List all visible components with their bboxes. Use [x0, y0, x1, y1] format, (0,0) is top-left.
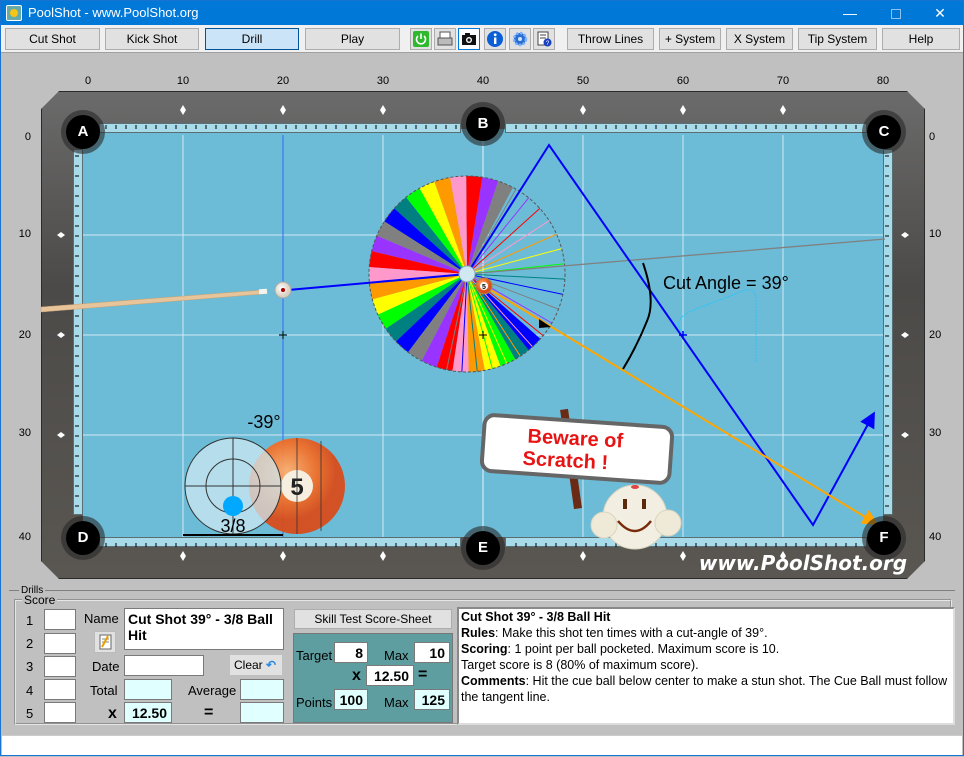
- skill-equals-symbol: =: [418, 666, 428, 683]
- cue-tip: [258, 288, 268, 295]
- total-label: Total: [90, 683, 118, 698]
- desc-comments-text: : Hit the cue ball below center to make …: [461, 674, 948, 704]
- drill-description[interactable]: Cut Shot 39° - 3/8 Ball Hit Rules: Make …: [457, 607, 955, 725]
- max-label: Max: [384, 648, 409, 663]
- pocket-b[interactable]: B: [466, 107, 500, 141]
- date-field[interactable]: [124, 655, 204, 676]
- undo-icon: ↶: [266, 658, 277, 672]
- target-label: Target: [296, 648, 333, 663]
- cue-stick[interactable]: [40, 289, 264, 313]
- skill-multiplier-field[interactable]: 12.50: [366, 665, 414, 686]
- pocket-c[interactable]: C: [867, 115, 901, 149]
- points-max-label: Max: [384, 695, 409, 710]
- skill-test-panel: Target 8 Max 10 x 12.50 = Points 100 Max…: [293, 633, 453, 723]
- target-field[interactable]: 8: [334, 642, 368, 663]
- score-input-3[interactable]: [44, 656, 76, 677]
- score-row-label: 5: [26, 706, 34, 721]
- drills-panel: Drills Score 1 2 3 4 5 Name Cut Shot 39°…: [9, 586, 955, 728]
- cushion-ticks: [101, 539, 459, 547]
- skill-multiply-symbol: x: [352, 667, 361, 684]
- score-input-1[interactable]: [44, 609, 76, 630]
- drill-name-field[interactable]: Cut Shot 39° - 3/8 Ball Hit: [124, 608, 284, 650]
- desc-scoring-label: Scoring: [461, 642, 508, 656]
- ghost-ball: [458, 265, 476, 283]
- points-field[interactable]: 100: [334, 689, 368, 710]
- edit-name-button[interactable]: [94, 631, 116, 653]
- score-row-label: 4: [26, 683, 34, 698]
- cushion-ticks: [507, 539, 865, 547]
- tangent-line: [466, 238, 886, 275]
- score-row-label: 1: [26, 613, 34, 628]
- desc-title: Cut Shot 39° - 3/8 Ball Hit: [461, 610, 611, 624]
- desc-comments-label: Comments: [461, 674, 526, 688]
- score-row-label: 3: [26, 659, 34, 674]
- result-field[interactable]: [240, 702, 284, 723]
- pocket-d[interactable]: D: [66, 521, 100, 555]
- desc-rules-label: Rules: [461, 626, 496, 640]
- watermark: www.PoolShot.org: [699, 551, 907, 575]
- score-row-label: 2: [26, 636, 34, 651]
- pocket-f[interactable]: F: [867, 521, 901, 555]
- cut-angle-label: Cut Angle = 39°: [663, 273, 789, 293]
- skill-test-score-sheet-button[interactable]: Skill Test Score-Sheet: [294, 609, 452, 629]
- contact-contour: [678, 289, 757, 363]
- app-window: PoolShot - www.PoolShot.org — ✕ Cut Shot…: [0, 0, 964, 756]
- direction-arrow: [539, 319, 551, 328]
- average-field[interactable]: [240, 679, 284, 700]
- cushion-ticks: [507, 125, 865, 133]
- multiply-symbol: x: [108, 705, 117, 722]
- total-field[interactable]: [124, 679, 172, 700]
- desc-target-text: Target score is 8 (80% of maximum score)…: [461, 658, 699, 672]
- date-label: Date: [92, 659, 120, 674]
- score-group-label: Score: [22, 593, 58, 607]
- points-label: Points: [296, 695, 333, 710]
- ball-fraction-label: 3/8: [220, 516, 245, 536]
- aim-angle-label: -39°: [247, 412, 280, 432]
- object-ball-number-small: 5: [482, 284, 486, 291]
- cue-tip-position-dot[interactable]: [223, 496, 243, 516]
- throw-curve: [622, 262, 652, 370]
- ball-overlap-diagram: 5 3/8 -39°: [183, 412, 345, 536]
- desc-scoring-text: : 1 point per ball pocketed. Maximum sco…: [507, 642, 780, 656]
- score-input-5[interactable]: [44, 702, 76, 723]
- cue-ball-dot: [281, 288, 285, 292]
- score-input-4[interactable]: [44, 679, 76, 700]
- equals-symbol: =: [204, 704, 214, 721]
- cushion-ticks: [885, 151, 893, 513]
- score-input-2[interactable]: [44, 633, 76, 654]
- score-group: Score 1 2 3 4 5 Name Cut Shot 39° - 3/8 …: [14, 593, 955, 725]
- clear-button[interactable]: Clear ↶: [230, 655, 282, 675]
- clear-button-label: Clear: [234, 658, 263, 672]
- pocket-e[interactable]: E: [466, 531, 500, 565]
- points-max-field[interactable]: 125: [414, 689, 450, 710]
- cushion-ticks: [101, 125, 459, 133]
- status-bar: [2, 735, 962, 755]
- desc-rules-text: : Make this shot ten times with a cut-an…: [495, 626, 768, 640]
- name-label: Name: [84, 611, 119, 626]
- max-field[interactable]: 10: [414, 642, 450, 663]
- beware-scratch-mascot: Beware of Scratch !: [479, 408, 682, 550]
- average-label: Average: [188, 683, 237, 698]
- sign-text-line2: Scratch !: [522, 448, 609, 474]
- cushion-ticks: [75, 151, 83, 513]
- multiplier-field[interactable]: 12.50: [124, 702, 172, 723]
- pocket-a[interactable]: A: [66, 115, 100, 149]
- edit-note-icon: [99, 634, 112, 650]
